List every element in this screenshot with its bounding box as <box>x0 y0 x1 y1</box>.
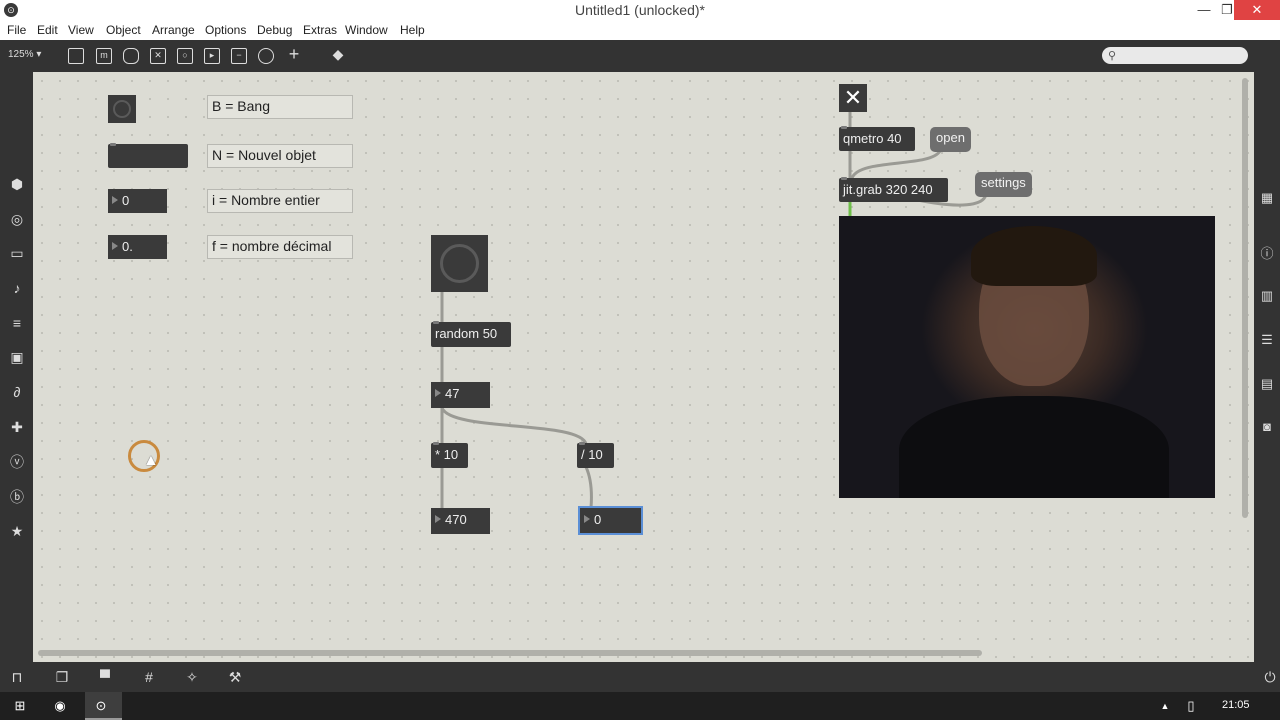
divide-object-label: / 10 <box>581 447 603 462</box>
legend-float[interactable]: 0. <box>108 235 167 259</box>
jit-grab-object-label: jit.grab 320 240 <box>843 182 933 197</box>
legend-object-label: N = Nouvel objet <box>207 144 353 168</box>
multiply-object[interactable]: * 10 <box>431 442 468 468</box>
cable-number-div <box>440 406 588 446</box>
jit-pwindow-video[interactable] <box>839 216 1215 498</box>
divide-object[interactable]: / 10 <box>577 442 614 468</box>
legend-int-label: i = Nombre entier <box>207 189 353 213</box>
bottom-toolbar: ⊓ ❐ ▀ # ✧ ⚒ ⏻ <box>0 662 1280 692</box>
float-divide-result[interactable]: 0 <box>578 506 643 535</box>
cable-open-grab <box>850 149 942 180</box>
qmetro-object-label: qmetro 40 <box>843 131 902 146</box>
grid-icon[interactable]: # <box>141 669 157 685</box>
legend-object[interactable] <box>108 143 188 168</box>
vertical-scrollbar[interactable] <box>1242 78 1248 518</box>
bang-button[interactable] <box>431 235 488 292</box>
presentation-icon[interactable]: ❐ <box>54 669 70 685</box>
lock-icon[interactable]: ⊓ <box>9 669 25 685</box>
horizontal-scrollbar[interactable] <box>38 650 982 656</box>
taskbar-clock: 21:05 <box>1222 699 1250 711</box>
legend-bang-label: B = Bang <box>207 95 353 119</box>
multiply-object-label: * 10 <box>435 447 459 462</box>
wrench-icon[interactable]: ⚒ <box>227 669 243 685</box>
jit-grab-object[interactable]: jit.grab 320 240 <box>839 177 948 202</box>
comment-bubble-icon[interactable]: ▀ <box>97 669 113 685</box>
max-taskbar-icon[interactable]: ⊙ <box>93 698 109 714</box>
legend-bang[interactable] <box>108 95 136 123</box>
windows-start-icon[interactable]: ⊞ <box>12 698 28 714</box>
tray-arrow-icon[interactable]: ▲ <box>1157 698 1173 714</box>
number-multiply-result[interactable]: 470 <box>431 508 490 534</box>
qmetro-object[interactable]: qmetro 40 <box>839 126 915 151</box>
random-object[interactable]: random 50 <box>431 321 511 347</box>
toggle-button[interactable]: ✕ <box>839 84 867 112</box>
mouse-pointer-icon: ▲ <box>143 452 159 469</box>
settings-message[interactable]: settings <box>975 172 1032 197</box>
cable-div-result <box>584 465 593 510</box>
chrome-icon[interactable]: ◉ <box>52 698 68 714</box>
legend-float-label: f = nombre décimal <box>207 235 353 259</box>
webcam-shoulders <box>899 396 1169 498</box>
windows-taskbar: ⊞ ◉ ⊙ ▲ ▯ 21:05 <box>0 692 1280 720</box>
random-object-label: random 50 <box>435 326 498 341</box>
legend-int[interactable]: 0 <box>108 189 167 213</box>
battery-icon[interactable]: ▯ <box>1183 698 1199 714</box>
open-message[interactable]: open <box>930 127 971 152</box>
number-random-output[interactable]: 47 <box>431 382 490 408</box>
webcam-hair <box>971 226 1097 286</box>
snap-icon[interactable]: ✧ <box>184 669 200 685</box>
power-icon[interactable]: ⏻ <box>1262 669 1278 685</box>
